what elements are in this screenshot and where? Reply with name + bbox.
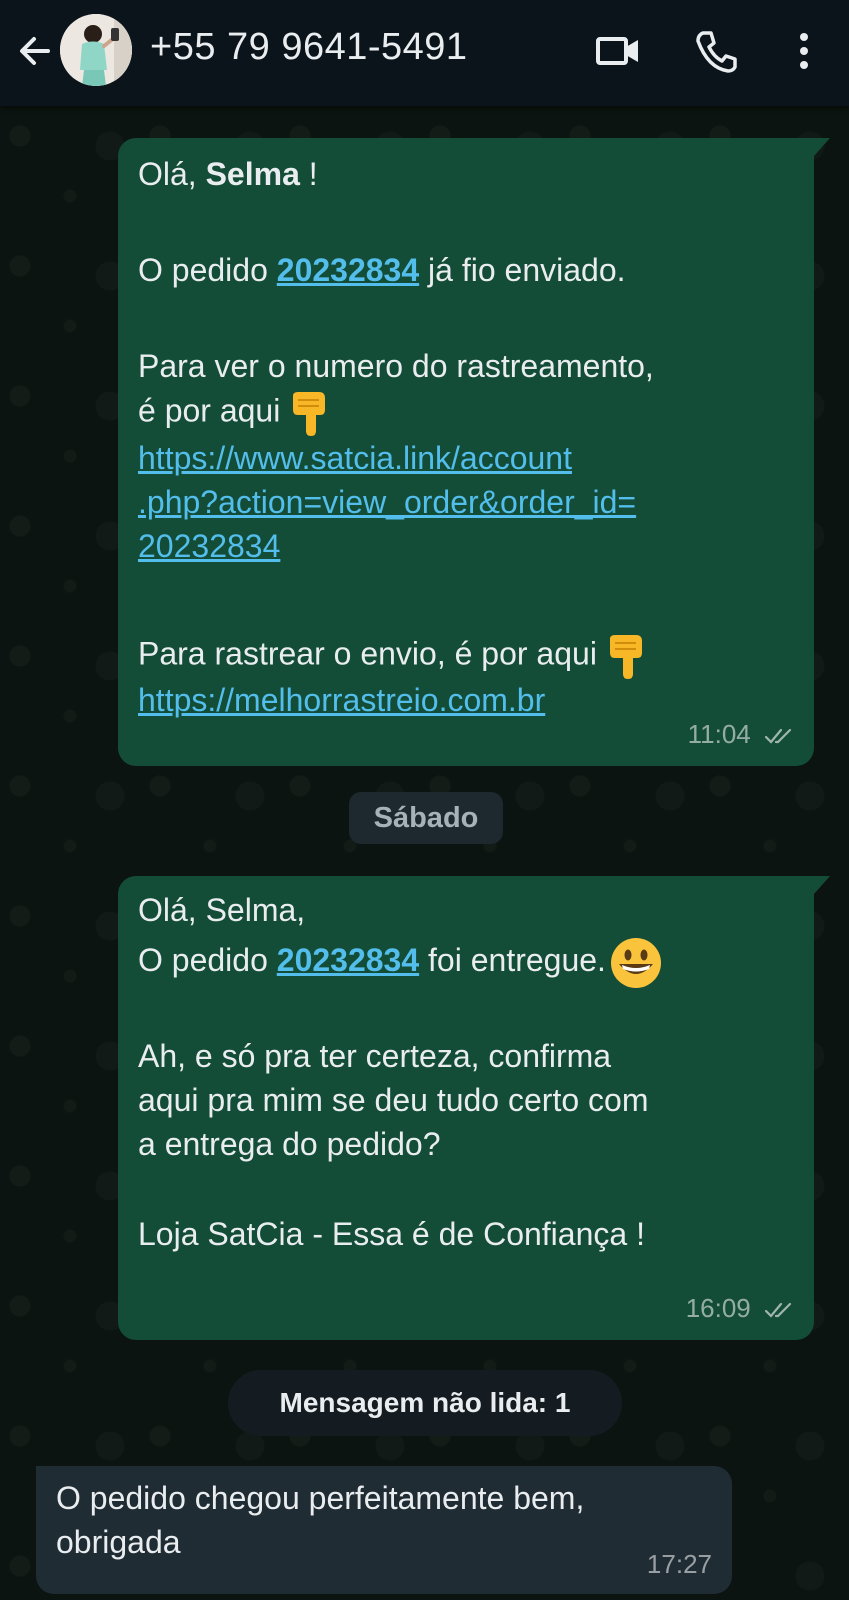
account-link[interactable]: https://www.satcia.link/account (138, 436, 794, 480)
pointing-down-emoji-icon (609, 635, 642, 679)
double-check-icon (764, 1303, 792, 1318)
message-bubble-outgoing[interactable]: Olá, Selma ! O pedido 20232834 já fio en… (118, 138, 830, 766)
message-line: Olá, Selma ! (138, 152, 794, 196)
message-time: 17:27 (646, 1549, 712, 1579)
order-number-link[interactable]: 20232834 (277, 942, 419, 978)
more-vertical-icon[interactable] (786, 28, 822, 74)
account-link[interactable]: 20232834 (138, 524, 794, 568)
phone-icon[interactable] (694, 28, 738, 74)
account-link[interactable]: .php?action=view_order&order_id= (138, 480, 794, 524)
message-time: 16:09 (685, 1293, 751, 1323)
unread-messages-banner: Mensagem não lida: 1 (228, 1370, 622, 1436)
profile-photo (60, 14, 132, 86)
message-meta: 17:27 (647, 1542, 712, 1586)
message-line: O pedido 20232834 foi entregue. (138, 932, 794, 988)
order-number-link[interactable]: 20232834 (277, 252, 419, 288)
greeting-text: Olá, (138, 156, 206, 192)
confirm-text: aqui pra mim se deu tudo certo com (138, 1082, 649, 1118)
greeting-suffix: ! (299, 156, 318, 192)
message-line: Para rastrear o envio, é por aqui (138, 628, 794, 679)
customer-name: Selma (205, 156, 300, 192)
message-line: O pedido 20232834 já fio enviado. (138, 248, 794, 292)
message-bubble-outgoing[interactable]: Olá, Selma, O pedido 20232834 foi entreg… (118, 876, 830, 1340)
order-suffix: foi entregue. (419, 942, 606, 978)
tracking-text: Para ver o numero do rastreamento, (138, 348, 654, 384)
confirm-text: a entrega do pedido? (138, 1126, 441, 1162)
confirm-text: Ah, e só pra ter certeza, confirma (138, 1038, 612, 1074)
grinning-face-emoji-icon (610, 937, 661, 988)
pointing-down-emoji-icon (293, 392, 326, 436)
order-suffix: já fio enviado. (419, 252, 626, 288)
contact-name[interactable]: +55 79 9641-5491 (150, 26, 468, 69)
arrow-left-icon[interactable] (14, 30, 56, 72)
tracking-text: é por aqui (138, 392, 290, 429)
video-call-icon[interactable] (594, 30, 642, 72)
date-separator: Sábado (349, 792, 503, 844)
avatar[interactable] (60, 14, 132, 86)
reply-text: O pedido chegou perfeitamente bem, (56, 1480, 585, 1516)
greeting-text: Olá, Selma, (138, 892, 306, 928)
track-shipping-text: Para rastrear o envio, é por aqui (138, 635, 606, 672)
order-prefix: O pedido (138, 252, 277, 288)
reply-text: obrigada (56, 1524, 181, 1560)
chat-header: +55 79 9641-5491 (0, 0, 849, 106)
order-prefix: O pedido (138, 942, 277, 978)
message-time: 11:04 (687, 719, 751, 749)
message-line: é por aqui (138, 388, 794, 436)
message-meta: 11:04 (688, 712, 794, 756)
message-meta: 16:09 (686, 1286, 794, 1330)
signature-text: Loja SatCia - Essa é de Confiança ! (138, 1216, 645, 1252)
double-check-icon (764, 729, 792, 744)
message-bubble-incoming[interactable]: O pedido chegou perfeitamente bem, obrig… (36, 1466, 732, 1594)
